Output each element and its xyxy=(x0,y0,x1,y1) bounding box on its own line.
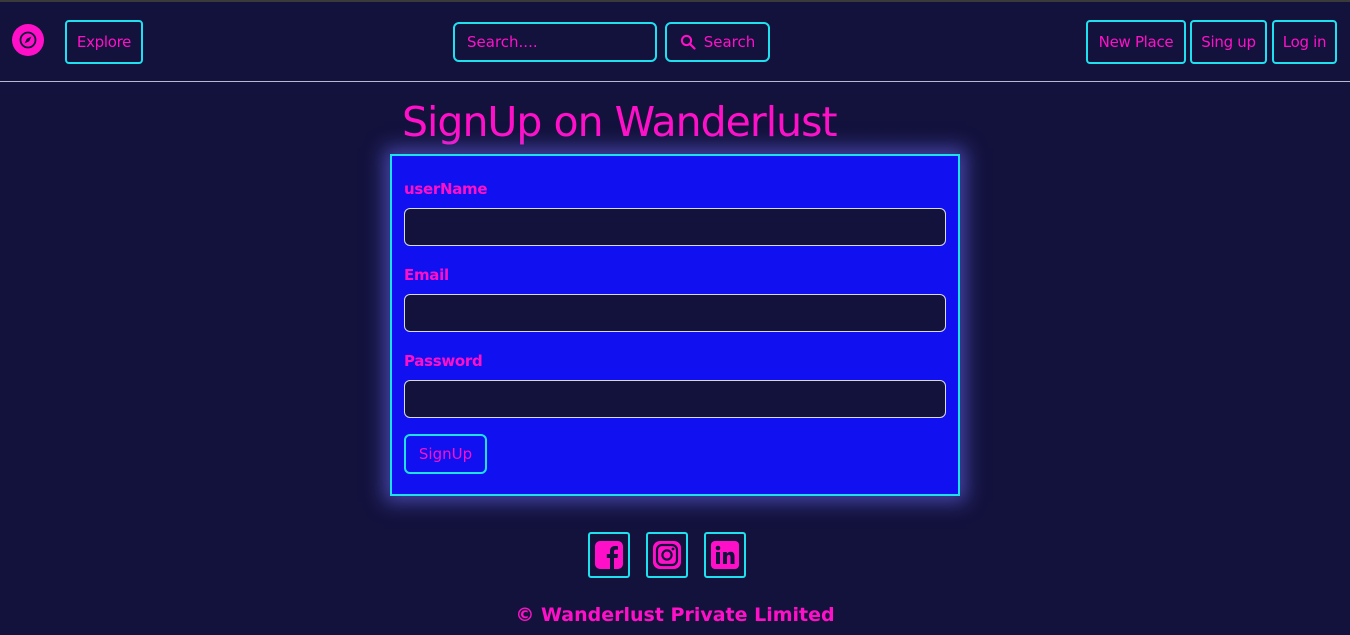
linkedin-icon[interactable] xyxy=(704,532,746,578)
password-label: Password xyxy=(404,352,483,370)
explore-link[interactable]: Explore xyxy=(65,20,143,64)
username-field[interactable] xyxy=(404,208,946,246)
signup-link[interactable]: Sing up xyxy=(1190,20,1267,64)
email-field[interactable] xyxy=(404,294,946,332)
username-label: userName xyxy=(404,180,488,198)
page-title: SignUp on Wanderlust xyxy=(402,98,838,146)
signup-submit-button[interactable]: SignUp xyxy=(404,434,487,474)
instagram-icon[interactable] xyxy=(646,532,688,578)
signup-form: userName Email Password SignUp xyxy=(390,154,960,496)
new-place-link[interactable]: New Place xyxy=(1086,20,1186,64)
navbar: Explore Search.... Search New Place Sing… xyxy=(0,2,1350,82)
login-link[interactable]: Log in xyxy=(1272,20,1337,64)
search-icon xyxy=(680,34,696,50)
search-input[interactable]: Search.... xyxy=(453,22,657,62)
copyright-text: © Wanderlust Private Limited xyxy=(515,604,835,626)
facebook-icon[interactable] xyxy=(588,532,630,578)
password-field[interactable] xyxy=(404,380,946,418)
search-button[interactable]: Search xyxy=(665,22,770,62)
compass-icon[interactable] xyxy=(12,24,44,56)
search-button-label: Search xyxy=(703,33,756,51)
email-label: Email xyxy=(404,266,449,284)
